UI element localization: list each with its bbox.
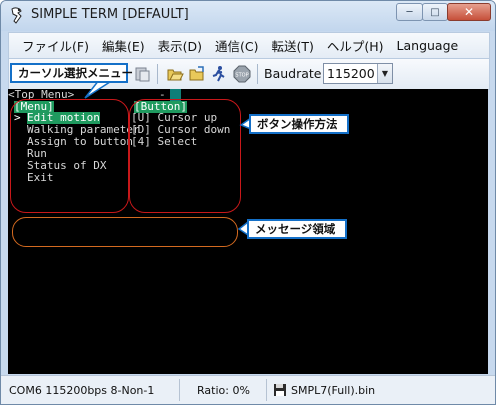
- menu-language[interactable]: Language: [397, 38, 459, 53]
- title-bar[interactable]: SIMPLE TERM [DEFAULT] ─ □ ✕: [1, 1, 495, 31]
- close-icon: ✕: [463, 5, 475, 19]
- folder-send-icon[interactable]: [188, 65, 206, 83]
- button-ops-callout: ボタン操作方法: [249, 114, 349, 134]
- message-area-outline: [12, 217, 238, 247]
- cursor-menu-callout-text: カーソル選択メニュー: [18, 66, 133, 80]
- run-icon[interactable]: [210, 65, 228, 83]
- maximize-icon: □: [430, 6, 440, 18]
- app-icon: [11, 7, 22, 24]
- close-button[interactable]: ✕: [447, 3, 491, 21]
- minimize-button[interactable]: ─: [396, 3, 423, 21]
- status-bar: COM6 115200bps 8-Non-1 Ratio: 0% SMPL7(F…: [1, 375, 495, 404]
- app-window: SIMPLE TERM [DEFAULT] ─ □ ✕ ファイル(F) 編集(E…: [0, 0, 496, 405]
- toolbar-separator: [257, 64, 258, 84]
- status-separator: [266, 379, 267, 401]
- window-title: SIMPLE TERM [DEFAULT]: [31, 7, 189, 22]
- menu-annotation-box: [10, 99, 129, 213]
- toolbar-separator: [157, 64, 158, 84]
- menu-view[interactable]: 表示(D): [158, 36, 202, 55]
- menu-edit[interactable]: 編集(E): [102, 36, 145, 55]
- chevron-down-icon[interactable]: ▼: [377, 64, 392, 83]
- message-area-callout-text: メッセージ領域: [255, 222, 336, 236]
- paste-icon[interactable]: [133, 65, 151, 83]
- button-ops-callout-text: ボタン操作方法: [257, 117, 338, 131]
- terminal-screen[interactable]: <Top Menu> - [Menu] > Edit motion Walkin…: [8, 89, 488, 374]
- menu-bar: ファイル(F) 編集(E) 表示(D) 通信(C) 転送(T) ヘルプ(H) L…: [8, 32, 490, 59]
- stop-icon[interactable]: STOP: [233, 65, 251, 83]
- baudrate-value: 115200: [327, 66, 375, 81]
- status-ratio: Ratio: 0%: [197, 383, 250, 397]
- menu-communication[interactable]: 通信(C): [215, 36, 258, 55]
- folder-open-icon[interactable]: [166, 65, 184, 83]
- menu-help[interactable]: ヘルプ(H): [327, 36, 384, 55]
- svg-text:STOP: STOP: [235, 73, 248, 79]
- baudrate-select[interactable]: 115200 ▼: [323, 63, 393, 84]
- menu-transfer[interactable]: 転送(T): [271, 36, 313, 55]
- cursor-menu-callout: カーソル選択メニュー: [10, 63, 133, 83]
- minimize-icon: ─: [406, 6, 413, 18]
- menu-file[interactable]: ファイル(F): [22, 36, 89, 55]
- status-port: COM6 115200bps 8-Non-1: [9, 383, 155, 397]
- maximize-button[interactable]: □: [422, 3, 448, 21]
- button-annotation-box: [129, 99, 241, 213]
- status-separator: [179, 379, 180, 401]
- message-area-callout: メッセージ領域: [247, 219, 347, 239]
- status-file: SMPL7(Full).bin: [291, 383, 376, 397]
- floppy-disk-icon: [274, 384, 286, 396]
- baudrate-label: Baudrate: [264, 66, 322, 81]
